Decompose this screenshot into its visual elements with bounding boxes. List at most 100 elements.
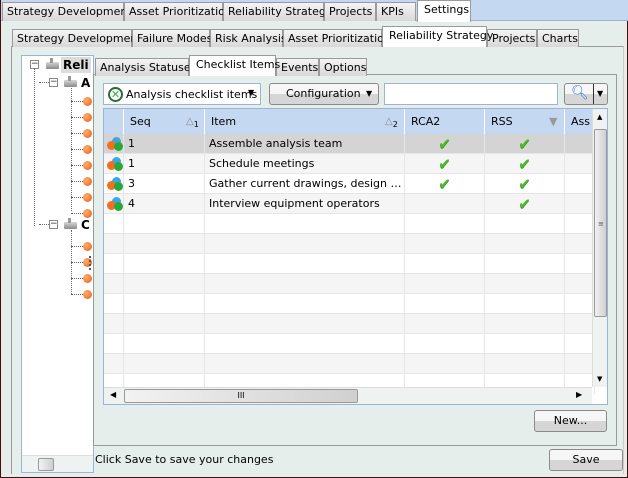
tree-node-c[interactable]: C: [81, 217, 90, 233]
search-input[interactable]: [384, 83, 558, 105]
configuration-button[interactable]: Configuration ▼: [269, 83, 379, 105]
checklist-grid: Seq △1 Item △2 RCA2 RSS ▼ Ass 1 Assemble ana…: [103, 108, 608, 405]
tree-leaf-icon[interactable]: [83, 161, 92, 170]
tree-hscroll[interactable]: [22, 455, 93, 472]
sub-tab-projects[interactable]: Projects: [487, 29, 537, 47]
cell-seq: [124, 254, 205, 274]
header-ass[interactable]: Ass: [565, 109, 595, 134]
tree-leaf-icon[interactable]: [83, 242, 92, 251]
building-icon: [62, 218, 78, 230]
scroll-thumb[interactable]: [38, 458, 54, 471]
scroll-up-icon[interactable]: ▲: [597, 113, 602, 121]
cell-rss-check: [485, 354, 565, 374]
collapse-icon[interactable]: −: [30, 60, 39, 69]
configuration-label: Configuration: [286, 87, 361, 100]
header-item[interactable]: Item △2: [205, 109, 405, 134]
top-tab-settings[interactable]: Settings: [417, 0, 471, 22]
cell-item: [205, 234, 405, 254]
top-tab-projects[interactable]: Projects: [324, 2, 376, 21]
cell-rss-check: ✔: [485, 134, 565, 154]
grid-hscroll[interactable]: ◀ III ▶: [104, 387, 592, 404]
cell-rca2-check: ✔: [405, 174, 485, 194]
grid-vscroll[interactable]: ▲ ≡ ▼: [592, 109, 607, 387]
tree-leaf-icon[interactable]: [83, 129, 92, 138]
scroll-down-icon[interactable]: ▼: [597, 375, 602, 383]
checklist-item-icon: [107, 137, 123, 151]
sub-tab-failure-modes[interactable]: Failure Modes: [132, 29, 212, 47]
tab-checklist-items[interactable]: Checklist Items: [189, 55, 280, 76]
status-text: Click Save to save your changes: [95, 453, 274, 466]
cell-rca2-check: [405, 214, 485, 234]
tree-node-a[interactable]: A: [81, 75, 90, 91]
tree-leaf-icon[interactable]: [83, 274, 92, 283]
table-row: [104, 274, 595, 294]
table-row: [104, 354, 595, 374]
view-select[interactable]: ✕ Analysis checklist items ▼: [103, 83, 261, 105]
table-row[interactable]: 4 Interview equipment operators ✔: [104, 194, 595, 214]
table-row[interactable]: 1 Assemble analysis team ✔ ✔: [104, 134, 595, 154]
tree-leaf-icon[interactable]: [83, 209, 92, 218]
table-row: [104, 254, 595, 274]
strategy-tree[interactable]: − Reli − A − C: [21, 55, 94, 473]
tab-analysis-statuses[interactable]: Analysis Statuses: [95, 58, 196, 76]
checklist-icon: ✕: [108, 87, 123, 102]
tree-leaf-icon[interactable]: [83, 97, 92, 106]
top-tab-asset-prioritization[interactable]: Asset Prioritization: [124, 2, 232, 21]
collapse-icon[interactable]: −: [49, 78, 58, 87]
sub-tab-reliability-strategy[interactable]: Reliability Strategy: [382, 26, 493, 47]
sub-tab-charts[interactable]: Charts: [537, 29, 579, 47]
cell-ass: [565, 294, 595, 314]
cell-seq: 3: [124, 174, 205, 194]
tree-leaf-icon[interactable]: [83, 113, 92, 122]
tree-leaf-icon[interactable]: [83, 193, 92, 202]
tab-options[interactable]: Options: [319, 58, 367, 76]
cell-item: [205, 274, 405, 294]
splitter-handle[interactable]: [89, 256, 91, 270]
tab-events[interactable]: Events: [276, 58, 319, 76]
header-seq[interactable]: Seq △1: [124, 109, 205, 134]
collapse-icon[interactable]: −: [49, 220, 58, 229]
scroll-thumb[interactable]: III: [124, 389, 358, 403]
save-button[interactable]: Save: [549, 449, 623, 471]
header-rca2[interactable]: RCA2: [405, 109, 485, 134]
cell-rss-check: [485, 214, 565, 234]
top-tab-kpis[interactable]: KPIs: [376, 2, 416, 21]
cell-item: Assemble analysis team: [205, 134, 405, 154]
cell-seq: 4: [124, 194, 205, 214]
cell-rss-check: [485, 334, 565, 354]
top-tab-strategy-development[interactable]: Strategy Development: [2, 2, 132, 21]
cell-rca2-check: [405, 234, 485, 254]
cell-item: [205, 214, 405, 234]
sub-tab-risk-analysis[interactable]: Risk Analysis: [210, 29, 287, 47]
cell-seq: 1: [124, 134, 205, 154]
checklist-item-icon: [107, 177, 123, 191]
tree-node-root[interactable]: Reli: [61, 57, 91, 73]
cell-ass: [565, 134, 595, 154]
table-row[interactable]: 1 Schedule meetings ✔ ✔: [104, 154, 595, 174]
chevron-down-icon[interactable]: ▼: [593, 84, 603, 104]
search-button[interactable]: 🔍︎ ▼: [564, 83, 608, 105]
cell-rca2-check: [405, 354, 485, 374]
scroll-left-icon[interactable]: ◀: [110, 390, 116, 399]
tree-leaf-icon[interactable]: [83, 145, 92, 154]
header-rss[interactable]: RSS ▼: [485, 109, 565, 134]
tree-leaf-icon[interactable]: [83, 290, 92, 299]
table-row[interactable]: 3Gather current drawings, design specifi…: [104, 174, 595, 194]
sub-tab-strategy-development[interactable]: Strategy Development: [12, 29, 142, 47]
cell-rss-check: [485, 254, 565, 274]
sub-tab-asset-prioritization[interactable]: Asset Prioritization: [283, 29, 391, 47]
checklist-item-icon: [107, 197, 123, 211]
scroll-thumb[interactable]: ≡: [594, 129, 607, 317]
scroll-right-icon[interactable]: ▶: [576, 390, 582, 399]
filter-icon[interactable]: ▼: [549, 109, 557, 134]
cell-rss-check: [485, 294, 565, 314]
cell-seq: [124, 234, 205, 254]
new-button[interactable]: New...: [534, 410, 607, 432]
table-row: [104, 234, 595, 254]
cell-ass: [565, 154, 595, 174]
top-tab-reliability-strategy[interactable]: Reliability Strategy: [223, 2, 332, 21]
chevron-down-icon: ▼: [248, 88, 255, 97]
tree-leaf-icon[interactable]: [83, 177, 92, 186]
settings-window: Strategy Development Asset Prioritizatio…: [0, 0, 628, 478]
view-select-value: Analysis checklist items: [126, 88, 258, 101]
